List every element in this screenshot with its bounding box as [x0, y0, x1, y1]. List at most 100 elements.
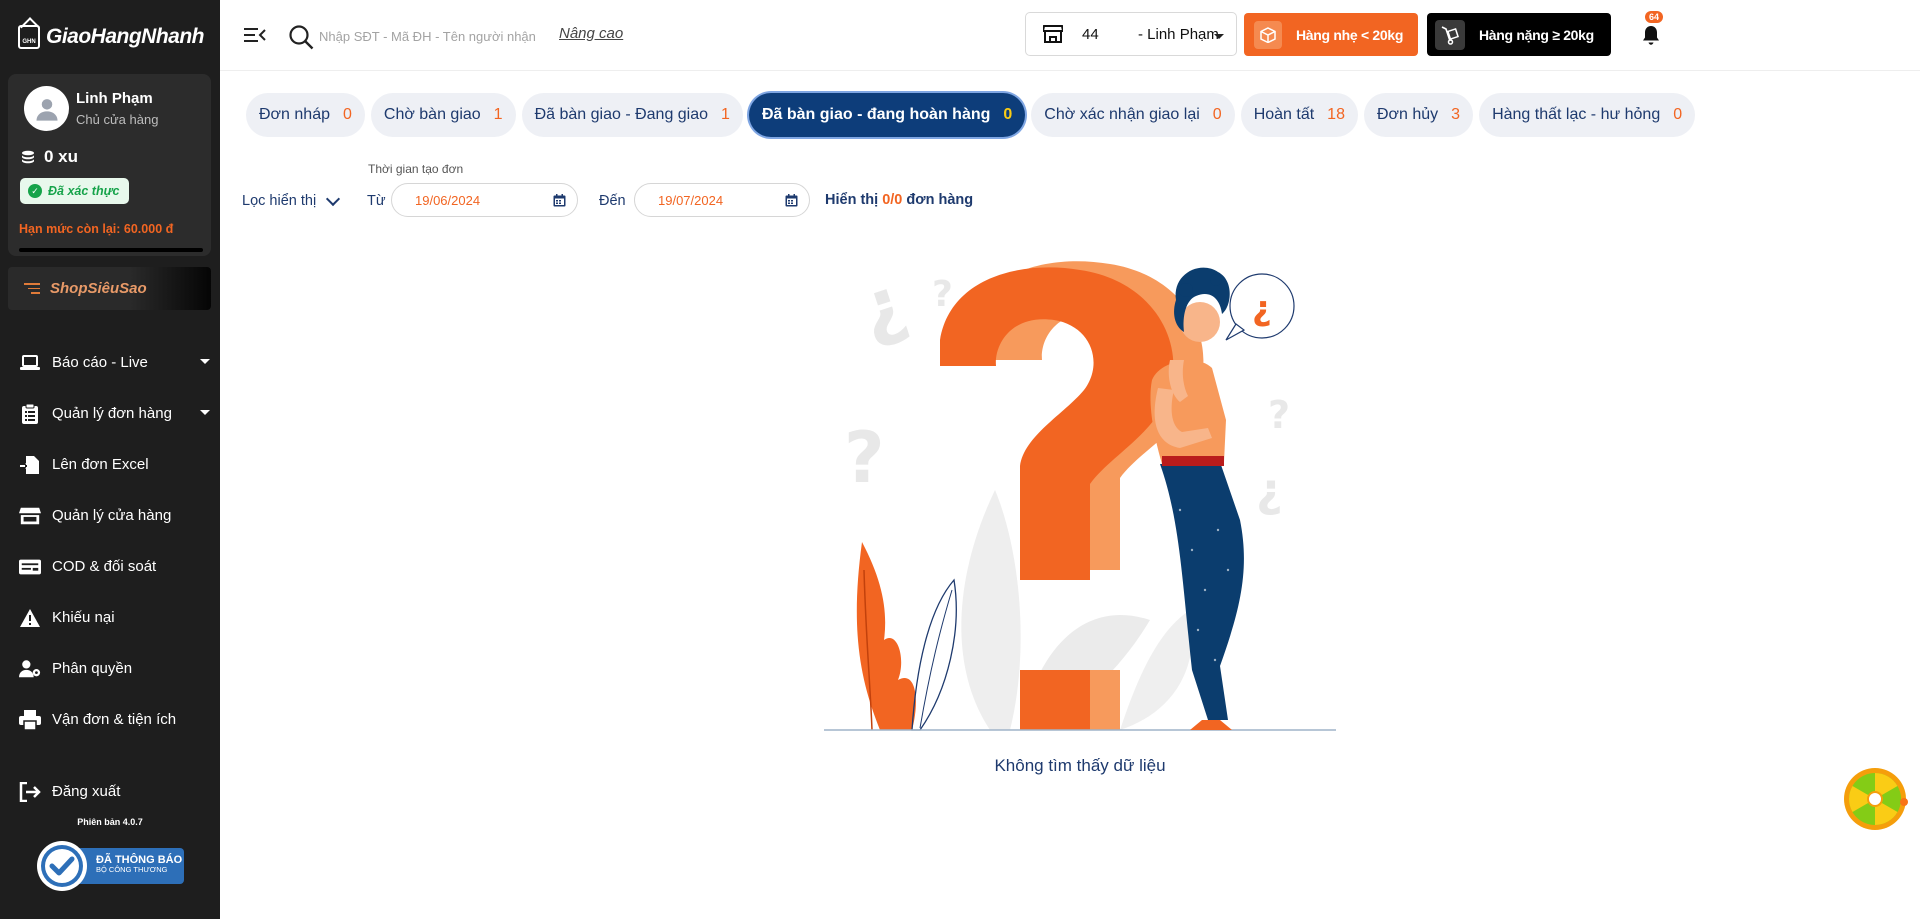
search-input[interactable] [319, 22, 549, 50]
caret-down-icon [200, 359, 210, 364]
sidebar-item-waybill[interactable]: Vận đơn & tiện ích [0, 694, 220, 745]
credit-limit-bar [19, 248, 203, 252]
light-goods-label: Hàng nhẹ < 20kg [1296, 26, 1404, 43]
tab-completed[interactable]: Hoàn tất 18 [1240, 93, 1358, 137]
collapse-menu-icon[interactable] [244, 26, 266, 44]
svg-text:¿: ¿ [849, 259, 916, 354]
sidebar-item-permissions[interactable]: Phân quyền [0, 643, 220, 694]
result-suffix: đơn hàng [906, 192, 974, 208]
tab-count: 18 [1327, 106, 1345, 123]
notification-count: 64 [1645, 11, 1664, 23]
coins-icon [22, 150, 34, 164]
tab-count: 0 [1003, 106, 1013, 123]
tab-count: 0 [342, 106, 352, 123]
logout-icon [19, 781, 41, 803]
caret-down-icon [200, 410, 210, 415]
svg-text:?: ? [1268, 393, 1290, 437]
ghn-logo-icon: GHN [18, 25, 40, 49]
user-name: Linh Phạm [76, 90, 153, 107]
store-icon [19, 505, 41, 527]
svg-text:?: ? [932, 274, 953, 315]
caret-down-icon [1214, 34, 1224, 39]
file-import-icon [19, 454, 41, 476]
avatar[interactable] [24, 86, 69, 131]
brand-name: GiaoHangNhanh [46, 25, 205, 48]
search-icon[interactable] [288, 24, 314, 50]
light-goods-button[interactable]: Hàng nhẹ < 20kg [1244, 13, 1418, 56]
verified-badge: ✓ Đã xác thực [20, 178, 130, 204]
tab-count: 0 [1673, 106, 1683, 123]
to-date-picker[interactable]: 19/07/2024 [634, 183, 810, 217]
credit-limit: Hạn mức còn lại: 60.000 đ [19, 222, 174, 236]
from-date-value: 19/06/2024 [415, 192, 481, 208]
svg-text:?: ? [844, 417, 885, 499]
tab-cancelled[interactable]: Đơn hủy 3 [1363, 93, 1474, 137]
store-id: 44 [1082, 25, 1099, 43]
store-icon [1043, 25, 1063, 43]
tab-count: 3 [1451, 106, 1461, 123]
clipboard-icon [19, 403, 41, 425]
view-filter-label: Lọc hiển thị [242, 193, 317, 209]
logout-label: Đăng xuất [52, 783, 121, 800]
shop-button[interactable]: ShopSiêuSao [8, 267, 211, 310]
tab-delivering[interactable]: Đã bàn giao - Đang giao 1 [521, 93, 743, 137]
sidebar-item-cod[interactable]: COD & đối soát [0, 541, 220, 592]
logout-button[interactable]: Đăng xuất [0, 766, 220, 817]
tab-draft[interactable]: Đơn nháp 0 [246, 93, 365, 137]
sidebar-item-complaints[interactable]: Khiếu nại [0, 592, 220, 643]
heavy-goods-button[interactable]: Hàng nặng ≥ 20kg [1427, 13, 1611, 56]
tab-lost-damaged[interactable]: Hàng thất lạc - hư hỏng 0 [1479, 93, 1696, 137]
heavy-goods-label: Hàng nặng ≥ 20kg [1479, 26, 1594, 43]
sidebar-nav: Báo cáo - Live Quản lý đơn hàng Lên đơn … [0, 337, 220, 745]
advanced-search-link[interactable]: Nâng cao [559, 25, 623, 42]
tab-count: 0 [1212, 106, 1222, 123]
sidebar-item-label: Vận đơn & tiện ích [52, 711, 177, 728]
to-date-value: 19/07/2024 [658, 192, 724, 208]
lucky-wheel-icon[interactable] [1842, 766, 1908, 832]
tab-count: 1 [721, 106, 730, 123]
user-icon [36, 98, 57, 121]
tab-label: Đơn hủy [1376, 106, 1439, 123]
sidebar-item-orders[interactable]: Quản lý đơn hàng [0, 388, 220, 439]
svg-text:¿: ¿ [1252, 289, 1272, 329]
store-selector[interactable]: 44 - Linh Phạm [1025, 12, 1237, 56]
calendar-icon [785, 194, 798, 207]
view-filter-dropdown[interactable]: Lọc hiển thị [242, 191, 341, 209]
coin-balance: 0 xu [20, 147, 78, 167]
from-label: Từ [367, 193, 386, 209]
from-date-picker[interactable]: 19/06/2024 [391, 183, 578, 217]
tab-redelivery-confirm[interactable]: Chờ xác nhận giao lại 0 [1031, 93, 1235, 137]
check-shield-icon: ✓ [28, 184, 42, 198]
sidebar-item-label: Quản lý cửa hàng [52, 507, 172, 524]
chevron-down-icon [326, 191, 341, 206]
tab-label: Chờ bàn giao [383, 106, 481, 123]
created-time-label: Thời gian tạo đơn [368, 162, 464, 176]
app-version: Phiên bản 4.0.7 [77, 817, 143, 827]
sidebar: GHN GiaoHangNhanh Linh Phạm Chủ cửa hàng… [0, 0, 220, 919]
tab-label: Đã bàn giao - đang hoàn hàng [761, 106, 991, 123]
sidebar-item-report[interactable]: Báo cáo - Live [0, 337, 220, 388]
bell-icon[interactable] [1640, 24, 1662, 46]
empty-state-illustration: ¿ ? ? ? ¿ ¿ [824, 259, 1336, 731]
sidebar-item-label: Phân quyền [52, 660, 133, 677]
user-card: Linh Phạm Chủ cửa hàng 0 xu ✓ Đã xác thự… [8, 74, 211, 256]
tab-label: Chờ xác nhận giao lại [1044, 106, 1200, 123]
result-count-value: 0/0 [882, 192, 903, 208]
sidebar-item-label: Lên đơn Excel [52, 456, 149, 473]
printer-icon [19, 709, 41, 731]
result-prefix: Hiển thị [825, 192, 879, 208]
to-label: Đến [599, 193, 626, 209]
sidebar-item-excel[interactable]: Lên đơn Excel [0, 439, 220, 490]
tab-label: Đơn nháp [259, 106, 330, 123]
certification-text: ĐÃ THÔNG BÁO BỘ CÔNG THƯƠNG [96, 854, 186, 874]
warning-icon [19, 607, 41, 629]
brand-logo[interactable]: GHN GiaoHangNhanh [18, 22, 205, 52]
result-count: Hiển thị 0/0 đơn hàng [825, 192, 973, 208]
tab-returning[interactable]: Đã bàn giao - đang hoàn hàng 0 [748, 93, 1026, 137]
verified-label: Đã xác thực [48, 184, 120, 198]
user-role: Chủ cửa hàng [76, 112, 159, 127]
sidebar-item-label: Báo cáo - Live [52, 354, 148, 371]
store-name: - Linh Phạm [1138, 25, 1219, 43]
tab-awaiting-handover[interactable]: Chờ bàn giao 1 [370, 93, 516, 137]
sidebar-item-store[interactable]: Quản lý cửa hàng [0, 490, 220, 541]
